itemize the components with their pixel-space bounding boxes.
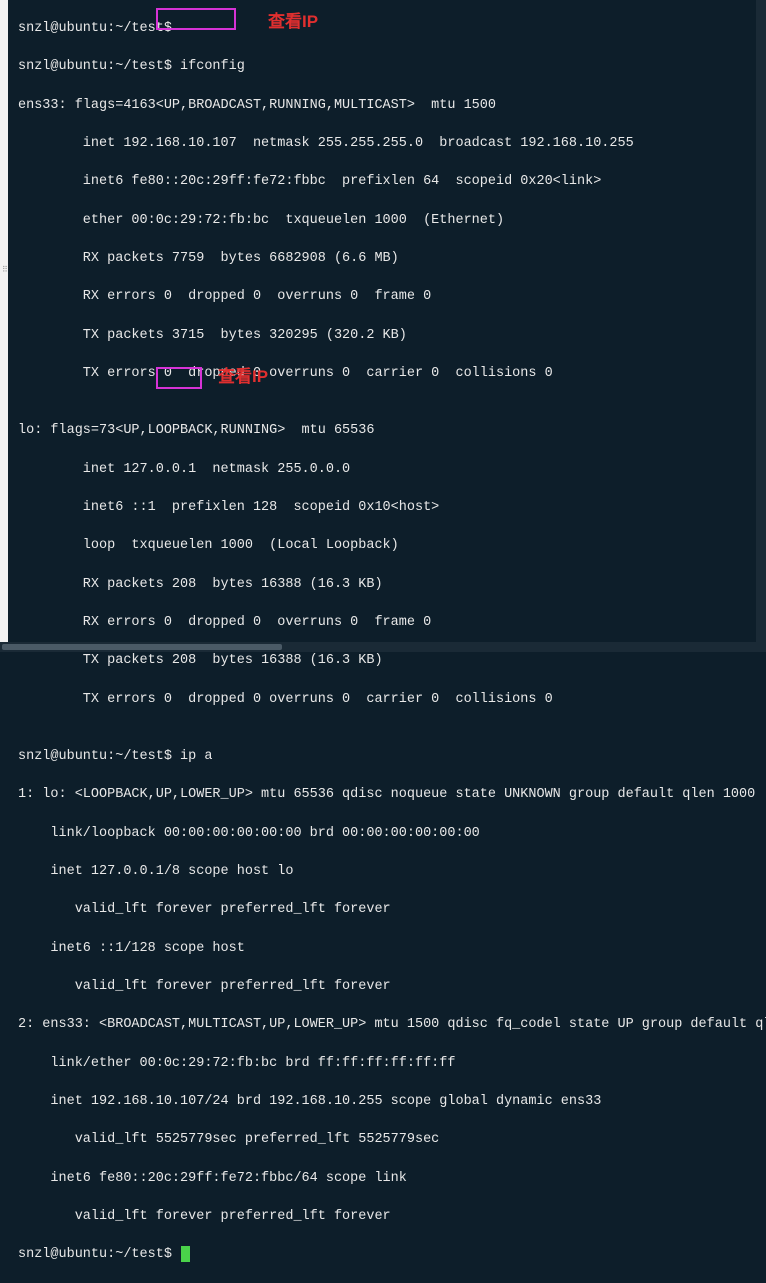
output-line: ens33: flags=4163<UP,BROADCAST,RUNNING,M… bbox=[18, 96, 748, 115]
prompt: snzl@ubuntu:~/test$ bbox=[18, 1247, 180, 1262]
output-line: valid_lft 5525779sec preferred_lft 55257… bbox=[18, 1130, 748, 1149]
prompt-line: snzl@ubuntu:~/test$ ip a bbox=[18, 747, 748, 766]
horizontal-scrollbar-thumb[interactable] bbox=[2, 644, 282, 650]
command-ip-a: ip a bbox=[180, 749, 212, 764]
prompt-line: snzl@ubuntu:~/test$ ifconfig bbox=[18, 57, 748, 76]
output-line: 1: lo: <LOOPBACK,UP,LOWER_UP> mtu 65536 … bbox=[18, 785, 748, 804]
output-line: valid_lft forever preferred_lft forever bbox=[18, 900, 748, 919]
prompt-line: snzl@ubuntu:~/test$ bbox=[18, 19, 748, 38]
output-line: 2: ens33: <BROADCAST,MULTICAST,UP,LOWER_… bbox=[18, 1015, 748, 1034]
output-line: loop txqueuelen 1000 (Local Loopback) bbox=[18, 536, 748, 555]
output-line: lo: flags=73<UP,LOOPBACK,RUNNING> mtu 65… bbox=[18, 421, 748, 440]
output-line: RX packets 7759 bytes 6682908 (6.6 MB) bbox=[18, 249, 748, 268]
gutter-dots: ⠿ bbox=[2, 265, 8, 275]
output-line: inet6 fe80::20c:29ff:fe72:fbbc/64 scope … bbox=[18, 1169, 748, 1188]
left-gutter bbox=[0, 0, 8, 652]
output-line: inet 127.0.0.1/8 scope host lo bbox=[18, 862, 748, 881]
prompt-line[interactable]: snzl@ubuntu:~/test$ bbox=[18, 1245, 748, 1264]
output-line: link/ether 00:0c:29:72:fb:bc brd ff:ff:f… bbox=[18, 1054, 748, 1073]
output-line: RX errors 0 dropped 0 overruns 0 frame 0 bbox=[18, 613, 748, 632]
prompt: snzl@ubuntu:~/test$ bbox=[18, 749, 180, 764]
output-line: ether 00:0c:29:72:fb:bc txqueuelen 1000 … bbox=[18, 211, 748, 230]
output-line: TX errors 0 dropped 0 overruns 0 carrier… bbox=[18, 690, 748, 709]
horizontal-scrollbar[interactable] bbox=[0, 642, 766, 652]
output-line: link/loopback 00:00:00:00:00:00 brd 00:0… bbox=[18, 824, 748, 843]
output-line: TX packets 3715 bytes 320295 (320.2 KB) bbox=[18, 326, 748, 345]
output-line: inet 192.168.10.107/24 brd 192.168.10.25… bbox=[18, 1092, 748, 1111]
vertical-scrollbar[interactable] bbox=[756, 0, 766, 652]
output-line: TX errors 0 dropped 0 overruns 0 carrier… bbox=[18, 364, 748, 383]
output-line: inet 192.168.10.107 netmask 255.255.255.… bbox=[18, 134, 748, 153]
output-line: RX packets 208 bytes 16388 (16.3 KB) bbox=[18, 575, 748, 594]
prompt: snzl@ubuntu:~/test$ bbox=[18, 59, 180, 74]
output-line: inet 127.0.0.1 netmask 255.0.0.0 bbox=[18, 460, 748, 479]
output-line: RX errors 0 dropped 0 overruns 0 frame 0 bbox=[18, 287, 748, 306]
command-ifconfig: ifconfig bbox=[180, 59, 245, 74]
output-line: inet6 fe80::20c:29ff:fe72:fbbc prefixlen… bbox=[18, 172, 748, 191]
output-line: inet6 ::1/128 scope host bbox=[18, 939, 748, 958]
output-line: valid_lft forever preferred_lft forever bbox=[18, 1207, 748, 1226]
output-line: TX packets 208 bytes 16388 (16.3 KB) bbox=[18, 651, 748, 670]
output-line: inet6 ::1 prefixlen 128 scopeid 0x10<hos… bbox=[18, 498, 748, 517]
output-line: valid_lft forever preferred_lft forever bbox=[18, 977, 748, 996]
cursor-icon bbox=[181, 1246, 190, 1262]
